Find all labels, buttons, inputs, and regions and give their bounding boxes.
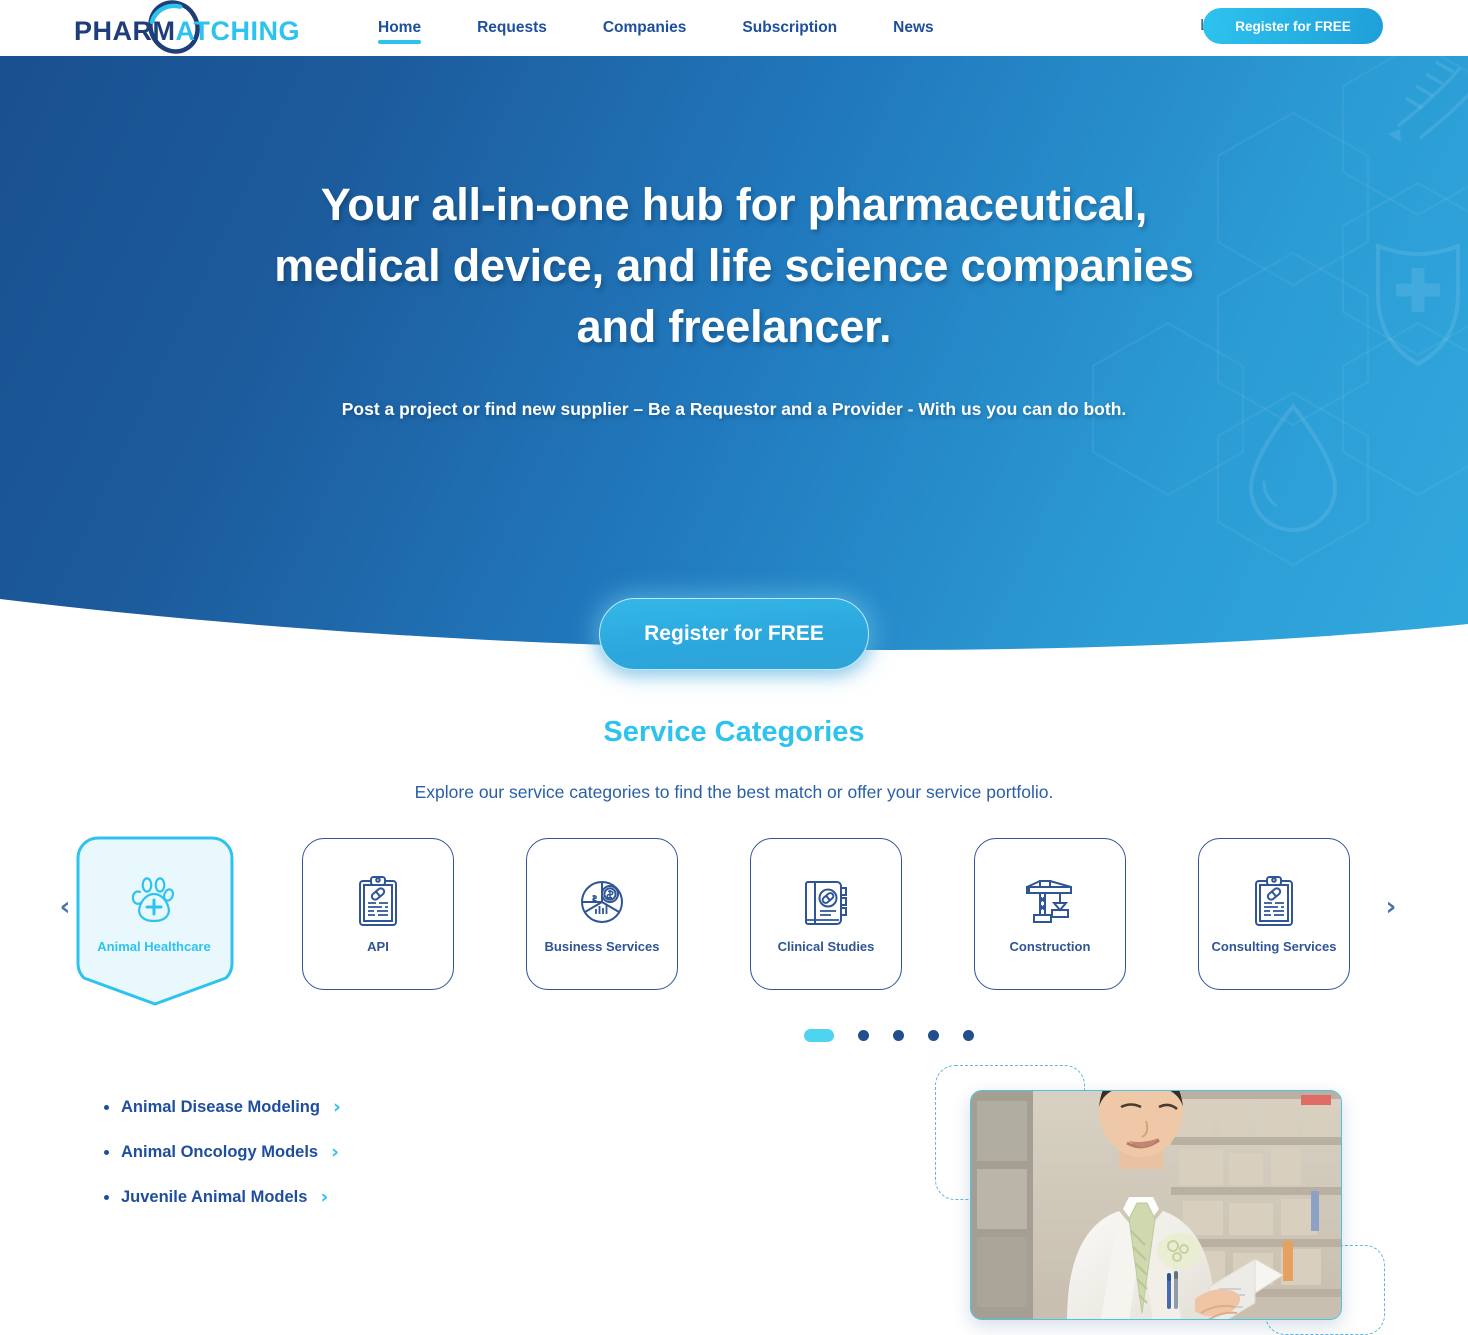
subcategory-item-juvenile-animal-models[interactable]: Juvenile Animal Models › (104, 1188, 341, 1207)
hero-cta-wrap: Register for FREE (0, 598, 1468, 670)
subcategory-label: Juvenile Animal Models (121, 1188, 308, 1206)
service-card-label: Consulting Services (1211, 939, 1337, 954)
service-card-list: Animal Healthcare API Business Services … (76, 836, 1350, 1008)
subcategory-list: Animal Disease Modeling › Animal Oncolog… (104, 1098, 341, 1233)
service-card-animal-healthcare[interactable]: Animal Healthcare (76, 836, 234, 1008)
service-card-label: Construction (1009, 939, 1091, 954)
hero-subheading: Post a project or find new supplier – Be… (341, 399, 1127, 419)
nav-item-news[interactable]: News (893, 0, 934, 56)
book-pill-icon (805, 881, 847, 925)
nav-item-companies[interactable]: Companies (603, 0, 687, 56)
service-card-label: Clinical Studies (777, 939, 875, 954)
clipboard-pill-icon (359, 876, 397, 926)
service-card-label: API (367, 939, 389, 954)
service-categories-title: Service Categories (603, 716, 865, 748)
photo-area (880, 1040, 1400, 1335)
logo[interactable]: PHARMATCHING (74, 0, 314, 54)
register-button-hero[interactable]: Register for FREE (599, 598, 869, 670)
service-card-label: Animal Healthcare (97, 939, 211, 954)
site-header: PHARMATCHING Home Requests Companies Sub… (0, 0, 1468, 56)
paw-cross-icon (131, 877, 175, 923)
crane-icon (1026, 880, 1072, 923)
logo-text-part2: ATCHING (175, 16, 300, 46)
register-button-header[interactable]: Register for FREE (1203, 8, 1383, 44)
service-carousel: Animal Healthcare API Business Services … (0, 836, 1468, 1018)
carousel-dot-2[interactable] (858, 1030, 869, 1041)
hero-heading: Your all-in-one hub for pharmaceutical, … (274, 179, 1194, 352)
subcategory-label: Animal Disease Modeling (121, 1098, 320, 1116)
service-card-construction[interactable]: Construction (974, 838, 1126, 990)
hero-section: Your all-in-one hub for pharmaceutical, … (0, 56, 1468, 656)
subcategory-item-animal-oncology-models[interactable]: Animal Oncology Models › (104, 1143, 341, 1162)
service-categories-subtitle: Explore our service categories to find t… (414, 782, 1054, 802)
subcategory-label: Animal Oncology Models (121, 1143, 319, 1161)
bullet-icon (104, 1105, 109, 1110)
pie-chart-dollar-icon (581, 881, 623, 923)
main-nav: Home Requests Companies Subscription New… (378, 0, 990, 56)
service-card-consulting-services[interactable]: Consulting Services (1198, 838, 1350, 990)
chevron-right-icon: › (331, 1141, 339, 1163)
service-card-clinical-studies[interactable]: Clinical Studies (750, 838, 902, 990)
pharmacist-photo-illustration (971, 1091, 1341, 1319)
nav-item-subscription[interactable]: Subscription (742, 0, 837, 56)
clipboard-pill-icon (1255, 876, 1293, 926)
chevron-right-icon: › (332, 1096, 341, 1118)
carousel-dot-1[interactable] (804, 1029, 834, 1042)
service-card-api[interactable]: API (302, 838, 454, 990)
bullet-icon (104, 1195, 109, 1200)
subcategory-item-animal-disease-modeling[interactable]: Animal Disease Modeling › (104, 1098, 341, 1117)
hero-content: Your all-in-one hub for pharmaceutical, … (0, 56, 1468, 420)
service-card-label: Business Services (544, 939, 660, 954)
chevron-right-icon: › (320, 1186, 329, 1208)
logo-text: PHARMATCHING (74, 16, 300, 47)
nav-item-home[interactable]: Home (378, 0, 422, 56)
pharmacist-photo (970, 1090, 1342, 1320)
nav-item-requests[interactable]: Requests (477, 0, 547, 56)
logo-text-part1: PHARM (74, 16, 176, 46)
bullet-icon (104, 1150, 109, 1155)
service-card-business-services[interactable]: Business Services (526, 838, 678, 990)
